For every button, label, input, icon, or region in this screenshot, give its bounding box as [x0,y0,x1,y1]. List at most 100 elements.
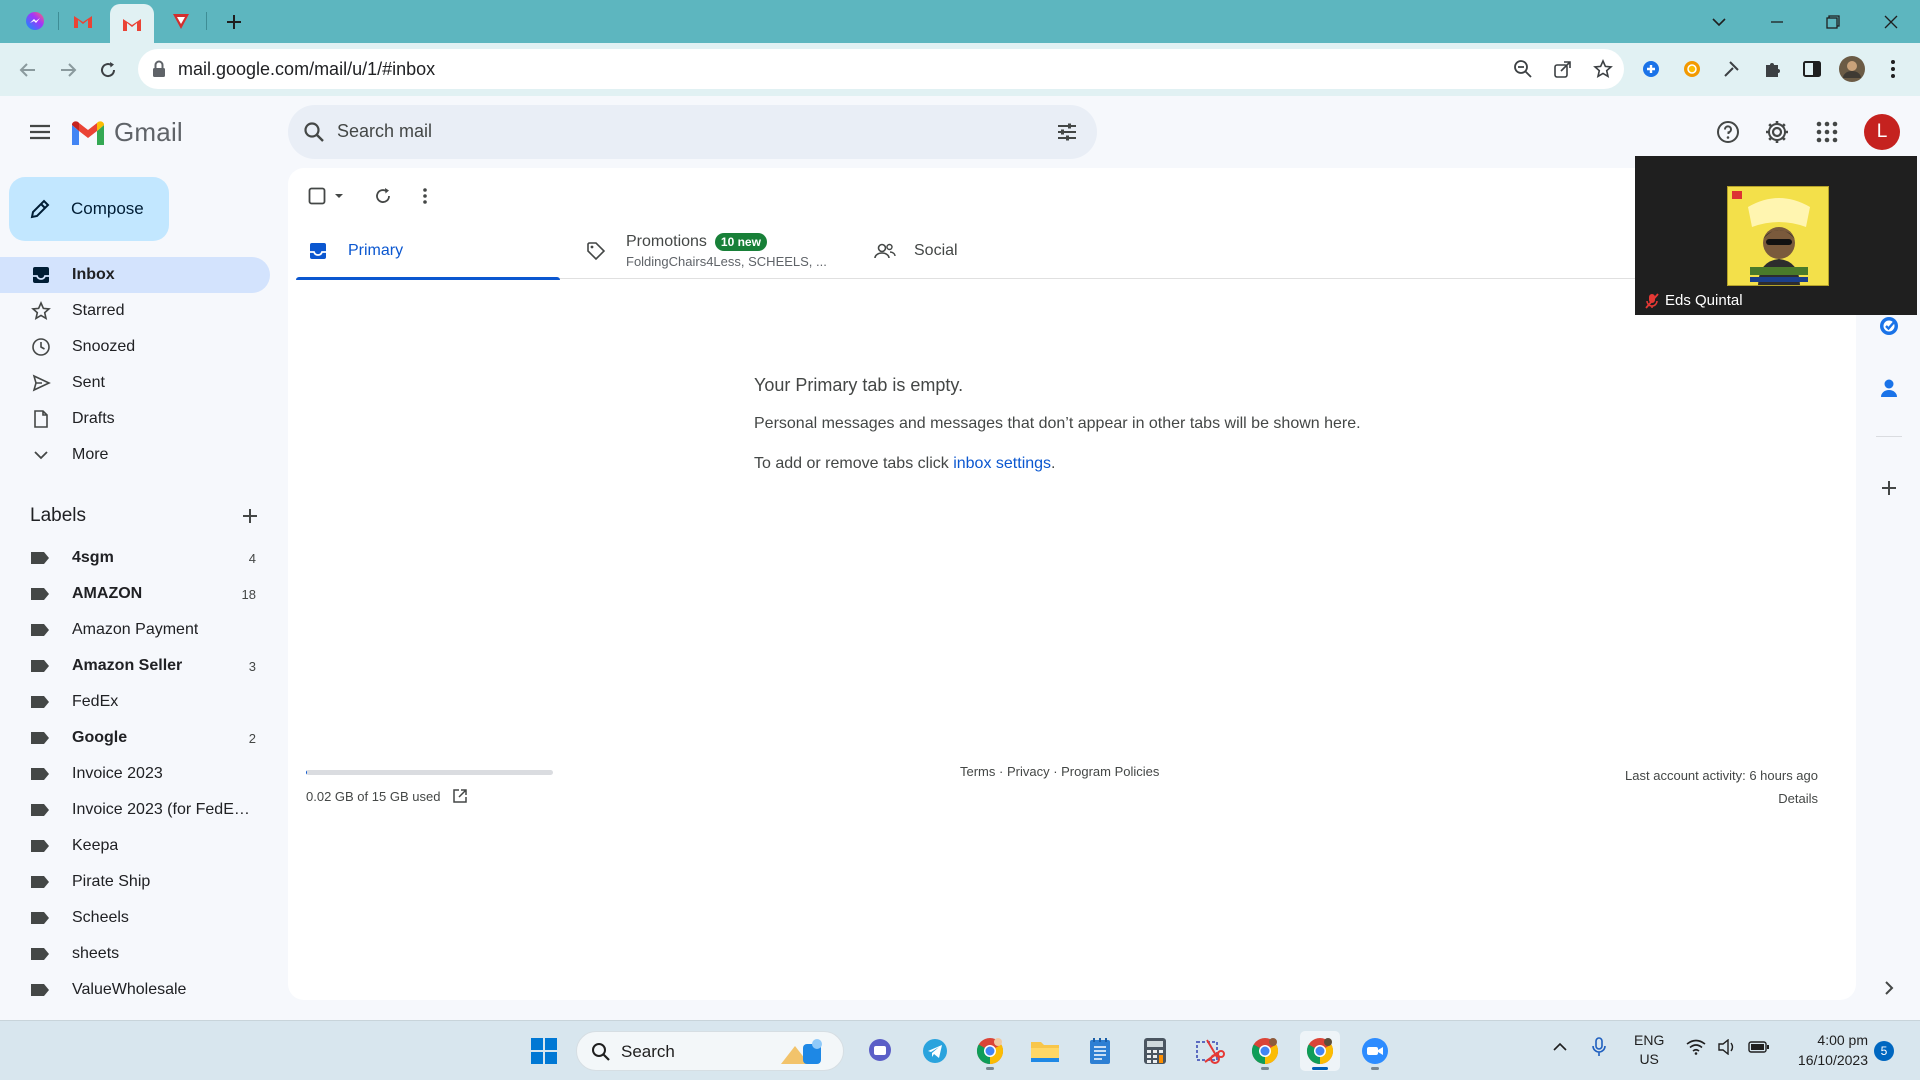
label-item[interactable]: sheets [0,936,270,972]
show-side-panel-button[interactable] [1874,973,1904,1003]
tab-messenger[interactable] [20,8,50,34]
taskbar-app-zoom[interactable] [1355,1031,1395,1071]
nav-item-inbox[interactable]: Inbox [0,257,270,293]
label-item[interactable]: FedEx [0,684,270,720]
label-item[interactable]: Invoice 2023 [0,756,270,792]
storage-usage: 0.02 GB of 15 GB used [306,788,468,804]
label-tag-icon [31,804,49,816]
taskbar-app-file-explorer[interactable] [1025,1031,1065,1071]
tab-social[interactable]: Social [874,223,1138,279]
browser-menu-button[interactable] [1880,56,1906,82]
label-item[interactable]: 4sgm 4 [0,540,270,576]
tab-gmail-active[interactable] [110,4,154,43]
back-button[interactable] [14,56,42,84]
get-addons-button[interactable] [1874,473,1904,503]
notification-count-badge[interactable]: 5 [1874,1041,1894,1061]
tab-other-site[interactable] [166,8,196,34]
extension-1[interactable] [1638,56,1664,82]
close-window-button[interactable] [1876,7,1906,37]
contacts-icon [1881,379,1897,397]
main-menu-button[interactable] [26,118,54,146]
label-item[interactable]: Pirate Ship [0,864,270,900]
tab-search-button[interactable] [1704,7,1734,37]
zoom-video-thumbnail[interactable]: Eds Quintal [1635,156,1917,315]
search-options-icon[interactable] [1055,120,1079,144]
zoom-page-button[interactable] [1512,58,1534,80]
profile-button[interactable] [1839,56,1865,82]
taskbar-app-teams[interactable] [860,1031,900,1071]
nav-item-more[interactable]: More [0,437,270,473]
reload-button[interactable] [94,56,122,84]
search-icon[interactable] [302,120,326,144]
extension-3[interactable] [1719,56,1745,82]
open-in-new-icon[interactable] [452,788,468,804]
label-item[interactable]: Keepa [0,828,270,864]
support-button[interactable] [1714,118,1742,146]
input-language-indicator[interactable]: ENG US [1634,1031,1664,1069]
running-indicator [986,1067,994,1070]
taskbar-app-chrome-profile-1[interactable] [970,1031,1010,1071]
more-actions-button[interactable] [422,184,428,208]
nav-item-sent[interactable]: Sent [0,365,270,401]
label-item[interactable]: Scheels [0,900,270,936]
tab-gmail-1[interactable] [68,8,98,34]
participant-video [1727,186,1829,286]
label-item[interactable]: Amazon Seller 3 [0,648,270,684]
apps-grid-icon [1816,121,1838,143]
create-label-button[interactable] [239,505,261,527]
compose-button[interactable]: Compose [9,177,169,241]
pen-extension-icon [1724,61,1739,77]
contacts-button[interactable] [1874,373,1904,403]
minimize-button[interactable] [1762,7,1792,37]
extension-2[interactable] [1679,56,1705,82]
share-page-button[interactable] [1552,58,1574,80]
google-apps-button[interactable] [1813,118,1841,146]
bookmark-button[interactable] [1592,58,1614,80]
nav-item-snoozed[interactable]: Snoozed [0,329,270,365]
details-link[interactable]: Details [1625,787,1818,810]
label-name: Google [72,729,128,746]
account-avatar[interactable]: L [1864,114,1900,150]
nav-item-starred[interactable]: Starred [0,293,270,329]
tasks-button[interactable] [1874,311,1904,341]
taskbar-app-chrome-profile-2[interactable] [1245,1031,1285,1071]
extensions-menu-button[interactable] [1759,56,1785,82]
taskbar-app-calculator[interactable] [1135,1031,1175,1071]
participant-name-tag: Eds Quintal [1645,292,1743,309]
restore-button[interactable] [1818,7,1848,37]
select-checkbox-dropdown[interactable] [308,184,346,208]
search-mail-bar[interactable]: Search mail [288,105,1097,159]
label-item[interactable]: Amazon Payment [0,612,270,648]
refresh-button[interactable] [374,184,392,208]
taskbar-app-chrome-active[interactable] [1300,1031,1340,1071]
taskbar-search[interactable]: Search [576,1031,844,1071]
new-tab-button[interactable] [222,10,246,34]
inbox-settings-link[interactable]: inbox settings [953,455,1051,472]
help-icon [1717,121,1739,143]
privacy-link[interactable]: Privacy [1007,764,1050,779]
microphone-tray-button[interactable] [1592,1037,1606,1060]
taskbar-app-snipping-tool[interactable] [1190,1031,1230,1071]
label-item[interactable]: ValueWholesale [0,972,270,1008]
settings-button[interactable] [1763,118,1791,146]
system-clock[interactable]: 4:00 pm 16/10/2023 [1784,1030,1868,1070]
tab-primary[interactable]: Primary [296,223,560,280]
quick-settings-button[interactable] [1686,1039,1770,1055]
taskbar-app-notepad[interactable] [1080,1031,1120,1071]
forward-button[interactable] [54,56,82,84]
gmail-logo[interactable]: Gmail [70,117,183,148]
label-item[interactable]: Google 2 [0,720,270,756]
start-button[interactable] [524,1031,564,1071]
more-vert-icon [1891,60,1895,78]
label-item[interactable]: Invoice 2023 (for FedEx ... [0,792,270,828]
nav-item-drafts[interactable]: Drafts [0,401,270,437]
search-input[interactable]: Search mail [337,121,432,142]
show-hidden-icons-button[interactable] [1552,1039,1568,1055]
program-policies-link[interactable]: Program Policies [1061,764,1159,779]
tab-promotions[interactable]: Promotions 10 new FoldingChairs4Less, SC… [586,223,850,279]
taskbar-app-telegram[interactable] [915,1031,955,1071]
label-item[interactable]: AMAZON 18 [0,576,270,612]
address-bar[interactable]: mail.google.com/mail/u/1/#inbox [138,49,1624,89]
side-panel-button[interactable] [1799,56,1825,82]
terms-link[interactable]: Terms [960,764,995,779]
